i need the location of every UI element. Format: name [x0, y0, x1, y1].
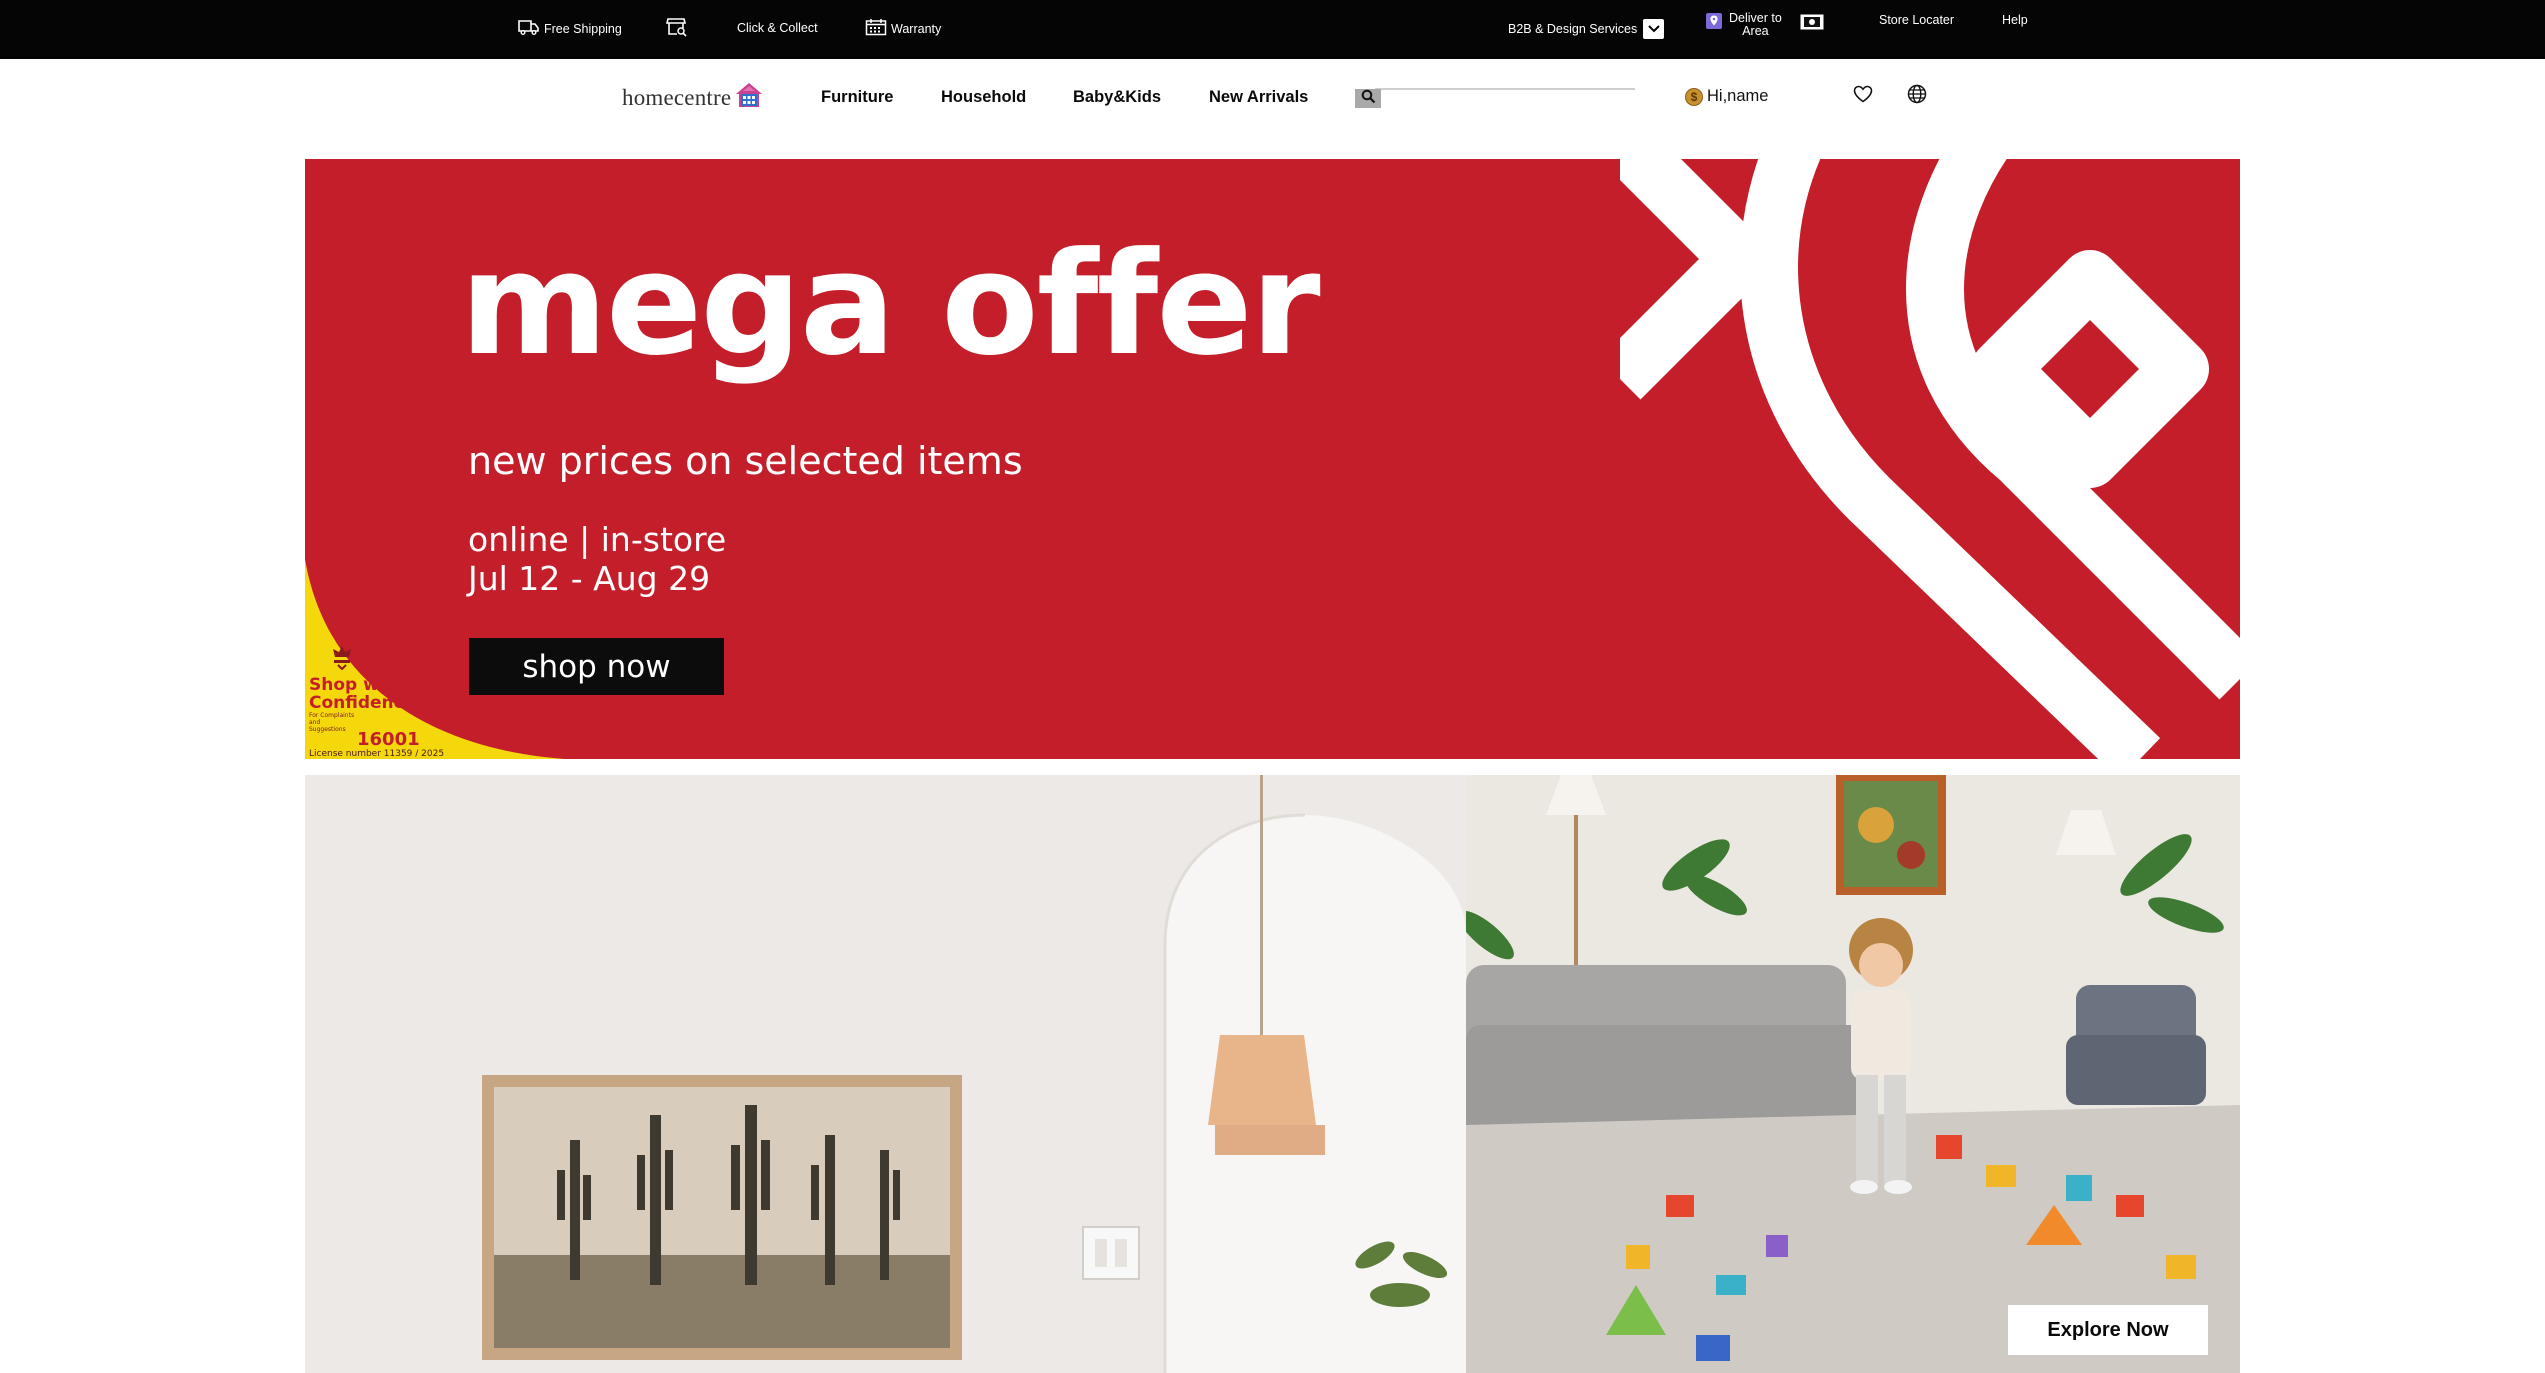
badge-small-text: For Complaints and Suggestions — [309, 712, 355, 733]
top-utility-bar: Free Shipping Click & Collect Warranty B… — [0, 0, 2545, 59]
free-shipping-label: Free Shipping — [544, 21, 622, 36]
hero-subtitle: new prices on selected items — [468, 439, 1023, 483]
search-input[interactable] — [1383, 90, 1633, 107]
help-label: Help — [2002, 13, 2028, 27]
logo-text: homecentre — [622, 84, 732, 110]
hero-availability: online | in-store Jul 12 - Aug 29 — [468, 520, 726, 598]
heart-icon — [1853, 85, 1873, 108]
hero-dates: Jul 12 - Aug 29 — [468, 559, 711, 598]
hero-channels: online | in-store — [468, 520, 727, 559]
shop-with-confidence-badge: Shop with Confidence For Complaints and … — [309, 644, 445, 759]
store-icon-link[interactable] — [665, 17, 688, 40]
nav-household[interactable]: Household — [941, 88, 1026, 107]
chevron-down-icon — [1643, 19, 1665, 39]
warranty-label: Warranty — [891, 21, 942, 36]
nav-furniture[interactable]: Furniture — [821, 88, 893, 107]
calendar-icon — [865, 18, 887, 39]
badge-license: License number 11359 / 2025 — [309, 749, 445, 759]
shop-now-button[interactable]: shop now — [469, 638, 724, 695]
user-greeting[interactable]: $ Hi,name — [1685, 87, 1768, 106]
flag-icon — [1800, 14, 1824, 33]
coin-icon: $ — [1685, 87, 1703, 106]
b2b-dropdown[interactable]: B2B & Design Services — [1508, 19, 1665, 39]
hero-title: mega offer — [460, 222, 1321, 387]
deliver-to-area[interactable]: Deliver to Area — [1705, 12, 1824, 38]
store-locator-link[interactable]: Store Locater — [1879, 13, 1954, 27]
badge-line2: Confidence — [309, 693, 416, 713]
b2b-label: B2B & Design Services — [1508, 22, 1638, 36]
store-icon — [665, 17, 688, 40]
crown-emblem-icon — [329, 644, 429, 674]
click-collect-label: Click & Collect — [737, 21, 818, 35]
badge-number: 16001 — [357, 729, 420, 750]
globe-icon — [1907, 84, 1927, 109]
hero-pattern-graphic — [1620, 159, 2240, 759]
store-locator-label: Store Locater — [1879, 13, 1955, 27]
search-bar — [1355, 88, 1635, 108]
hero-banner[interactable]: mega offer new prices on selected items … — [305, 159, 2240, 759]
badge-line1: Shop with — [309, 675, 405, 695]
help-link[interactable]: Help — [2002, 13, 2028, 27]
search-button[interactable] — [1355, 89, 1381, 108]
living-room-image — [305, 775, 1466, 1373]
truck-icon — [518, 19, 540, 38]
free-shipping-link[interactable]: Free Shipping — [518, 19, 622, 38]
living-room-tile[interactable] — [305, 775, 1466, 1373]
logo-house-icon — [735, 82, 763, 113]
nav-new-arrivals[interactable]: New Arrivals — [1209, 88, 1308, 107]
kids-playroom-tile[interactable]: Explore Now — [1466, 775, 2240, 1373]
warranty-link[interactable]: Warranty — [865, 18, 941, 39]
nav-baby-kids[interactable]: Baby&Kids — [1073, 88, 1161, 107]
kids-playroom-image — [1466, 775, 2240, 1373]
location-pin-icon — [1705, 12, 1723, 33]
search-icon — [1361, 89, 1376, 109]
wishlist-button[interactable] — [1852, 85, 1874, 107]
deliver-line2: Area — [1742, 24, 1769, 38]
click-collect-link[interactable]: Click & Collect — [737, 21, 818, 35]
site-logo[interactable]: homecentre — [622, 82, 763, 113]
language-button[interactable] — [1906, 84, 1928, 109]
deliver-text: Deliver to Area — [1729, 12, 1782, 38]
explore-now-button[interactable]: Explore Now — [2008, 1305, 2208, 1355]
greeting-label: Hi,name — [1707, 87, 1769, 105]
